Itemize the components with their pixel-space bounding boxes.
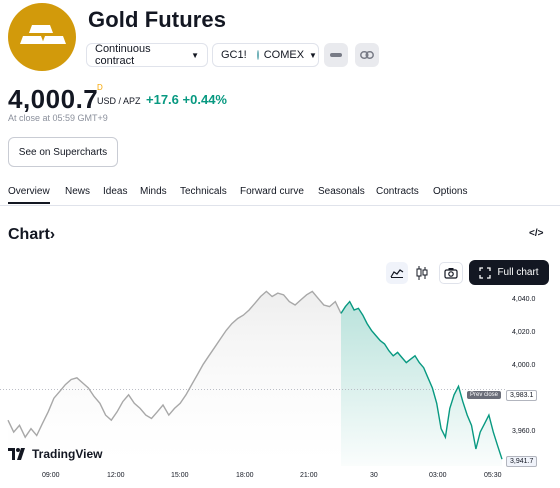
last-price-tag: 3,941.7 — [506, 456, 538, 467]
symbol-label: GC1! — [221, 49, 247, 61]
exchange-flag-icon — [256, 50, 259, 60]
chart-heading[interactable]: Chart› — [8, 226, 55, 244]
x-tick-label: 30 — [370, 472, 378, 479]
x-tick-label: 05:30 — [484, 472, 502, 479]
prev-session-area — [8, 291, 341, 466]
tab-ideas[interactable]: Ideas — [103, 186, 127, 197]
tab-bar: Overview News Ideas Minds Technicals Forward … — [0, 184, 560, 206]
symbol-selector[interactable]: GC1! COMEX ▼ — [212, 43, 319, 67]
x-tick-label: 09:00 — [42, 472, 60, 479]
page-title: Gold Futures — [88, 7, 227, 32]
chart-heading-label: Chart — [8, 226, 50, 243]
change-abs: +17.6 — [146, 92, 179, 107]
tradingview-logo[interactable]: TradingView — [8, 447, 102, 461]
chevron-down-icon: ▼ — [309, 50, 317, 60]
tab-overview[interactable]: Overview — [8, 186, 50, 204]
fullscreen-icon — [479, 266, 492, 279]
snapshot-button[interactable] — [439, 262, 463, 284]
full-chart-button[interactable]: Full chart — [469, 260, 549, 285]
contract-selector-label: Continuous contract — [95, 43, 151, 67]
candlestick-icon — [416, 266, 428, 280]
close-time: At close at 05:59 GMT+9 — [8, 113, 108, 123]
tradingview-brand: TradingView — [32, 447, 103, 461]
tab-forward-curve[interactable]: Forward curve — [240, 186, 304, 197]
x-tick-label: 15:00 — [171, 472, 189, 479]
compare-button[interactable] — [355, 43, 379, 67]
tab-technicals[interactable]: Technicals — [180, 186, 227, 197]
minus-pill-icon — [330, 53, 342, 57]
x-tick-label: 21:00 — [300, 472, 318, 479]
full-chart-label: Full chart — [497, 267, 539, 278]
flag-toggle-button[interactable] — [324, 43, 348, 67]
price-change: +17.6 +0.44% — [146, 92, 227, 107]
tradingview-logo-icon — [8, 448, 25, 460]
chevron-down-icon: ▼ — [191, 50, 199, 60]
y-tick-label: 4,020.0 — [512, 329, 536, 336]
exchange-label: COMEX — [263, 49, 305, 61]
last-price: 4,000.7 — [8, 84, 99, 114]
y-tick-label: 4,000.0 — [512, 362, 536, 369]
prev-close-label: Prev close — [467, 391, 502, 399]
x-tick-label: 18:00 — [236, 472, 254, 479]
embed-code-icon[interactable]: </> — [529, 228, 543, 239]
x-tick-label: 12:00 — [107, 472, 125, 479]
gold-bars-logo — [8, 3, 76, 71]
prev-close-value: 3,983.1 — [506, 390, 538, 401]
y-tick-label: 4,040.0 — [512, 296, 536, 303]
tab-seasonals[interactable]: Seasonals — [318, 186, 365, 197]
x-tick-label: 03:00 — [429, 472, 447, 479]
line-chart-type-button[interactable] — [386, 262, 408, 284]
chevron-right-icon: › — [49, 226, 56, 243]
change-pct: +0.44% — [182, 92, 227, 107]
currency-label: USD / APZ — [97, 96, 141, 106]
candle-chart-type-button[interactable] — [411, 262, 433, 284]
contract-selector[interactable]: Continuous contract ▼ — [86, 43, 208, 67]
link-icon — [360, 51, 374, 59]
tab-options[interactable]: Options — [433, 186, 467, 197]
delayed-flag: D — [97, 83, 103, 92]
price-chart[interactable] — [0, 288, 560, 468]
y-tick-label: 3,960.0 — [512, 428, 536, 435]
see-on-supercharts-button[interactable]: See on Supercharts — [8, 137, 118, 167]
tab-contracts[interactable]: Contracts — [376, 186, 419, 197]
area-chart-icon — [390, 269, 404, 278]
camera-icon — [444, 268, 458, 279]
tab-news[interactable]: News — [65, 186, 90, 197]
tab-minds[interactable]: Minds — [140, 186, 167, 197]
